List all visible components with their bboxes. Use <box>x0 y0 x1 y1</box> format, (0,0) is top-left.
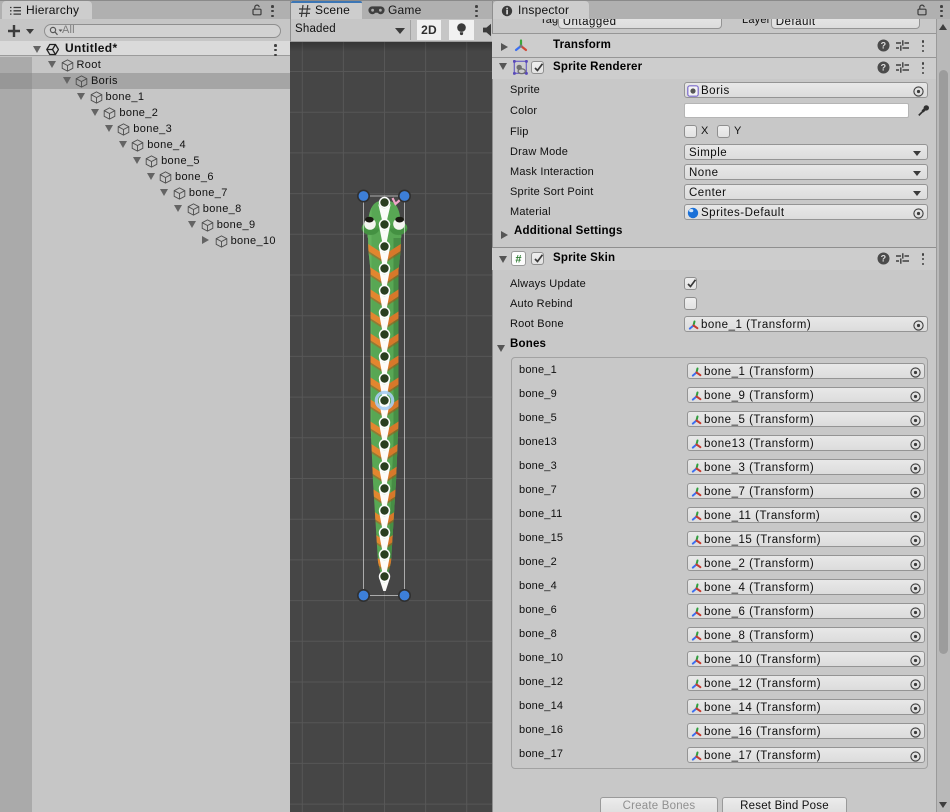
svg-text:#: # <box>515 253 521 265</box>
svg-text:?: ? <box>881 254 887 264</box>
svg-text:?: ? <box>881 63 887 73</box>
svg-text:?: ? <box>881 41 887 51</box>
